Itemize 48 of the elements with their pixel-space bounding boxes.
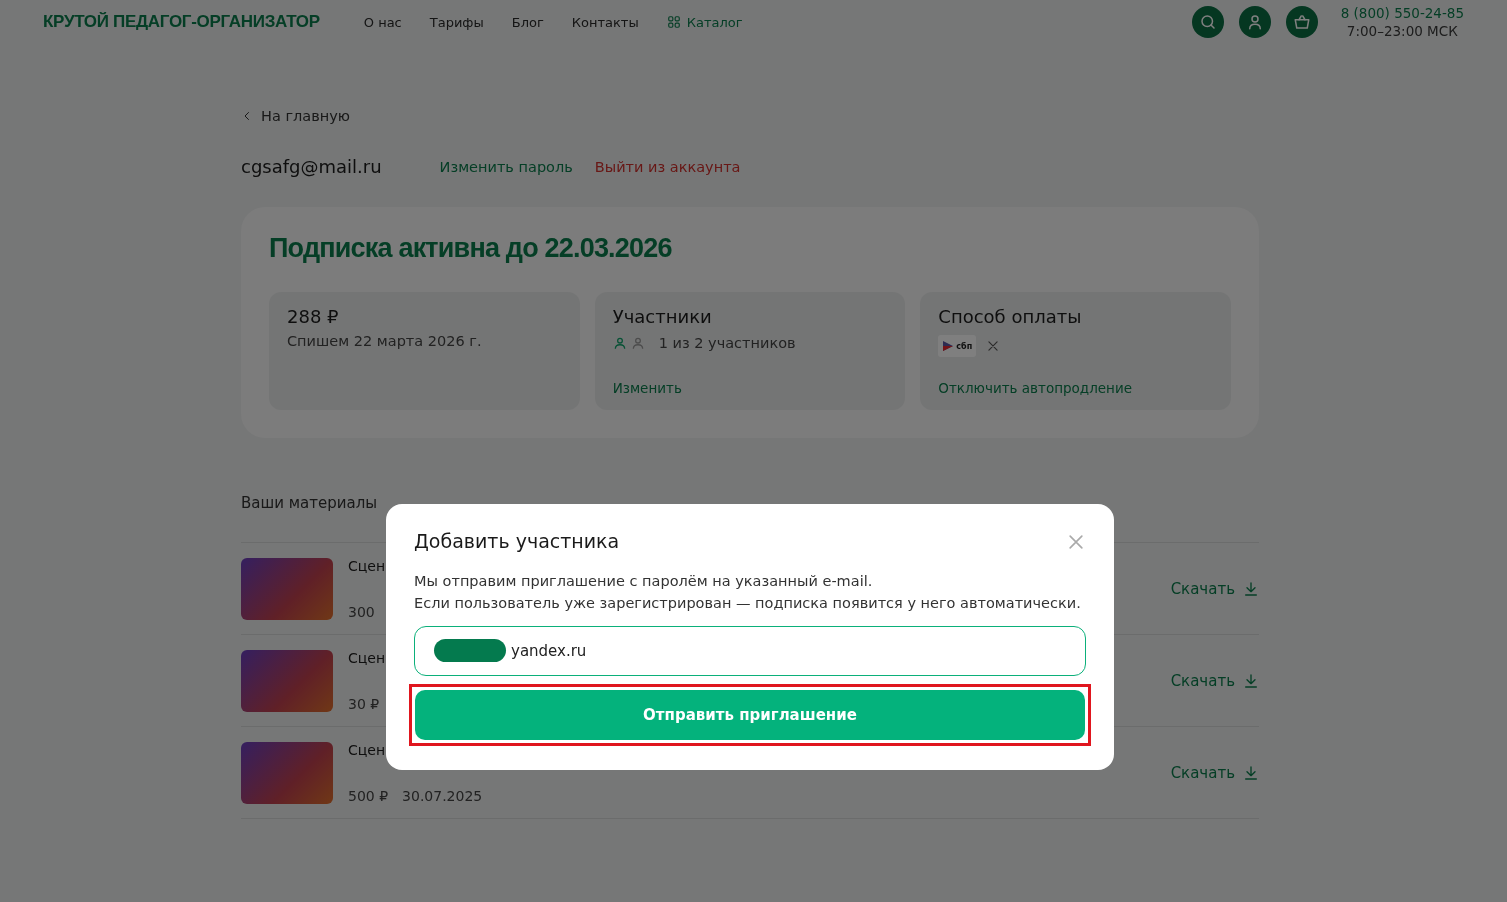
download-icon	[1243, 580, 1259, 597]
payment-title: Способ оплаты	[938, 306, 1083, 327]
change-participants-link[interactable]: Изменить	[612, 380, 888, 396]
price-text: 288 ₽	[287, 306, 340, 327]
material-price: 300	[348, 603, 375, 620]
participants-count: 1 из 2 участников	[658, 335, 796, 351]
send-invite-button[interactable]: Отправить приглашение	[415, 690, 1085, 740]
material-date: 30.07.2025	[402, 787, 483, 804]
participants-title: Участники	[612, 306, 713, 327]
charge-note: Спишем 22 марта 2026 г.	[287, 333, 483, 349]
payment-logo-text: сбп	[956, 341, 973, 351]
triangle-logo-icon	[942, 340, 955, 352]
working-hours: 7:00–23:00 МСК	[1346, 22, 1458, 40]
basket-button[interactable]	[1285, 6, 1318, 38]
nav-link[interactable]: О нас	[363, 14, 402, 30]
material-price: 30 ₽	[348, 695, 380, 712]
close-icon	[1066, 532, 1086, 552]
grid-icon	[666, 15, 681, 29]
remove-payment-button[interactable]	[986, 339, 1001, 353]
disable-autorenew-link[interactable]: Отключить автопродление	[938, 380, 1213, 396]
change-password-link[interactable]: Изменить пароль	[439, 158, 573, 175]
logout-link[interactable]: Выйти из аккаунта	[594, 158, 741, 175]
catalog-link[interactable]: Каталог	[666, 14, 743, 30]
material-price: 500 ₽	[348, 787, 389, 804]
search-button[interactable]	[1191, 6, 1224, 38]
email-input[interactable]: yandex.ru	[414, 626, 1086, 676]
download-link[interactable]: Скачать	[1170, 763, 1259, 782]
basket-icon	[1292, 13, 1311, 31]
nav-link[interactable]: Контакты	[571, 14, 639, 30]
account-email: cgsafg@mail.ru	[241, 156, 382, 177]
download-icon	[1243, 672, 1259, 689]
site-logo[interactable]: КРУТОЙ ПЕДАГОГ-ОРГАНИЗАТОР	[43, 12, 320, 32]
download-link[interactable]: Скачать	[1170, 671, 1259, 690]
nav-link[interactable]: Блог	[511, 14, 544, 30]
close-button[interactable]	[1066, 532, 1086, 552]
download-icon	[1243, 764, 1259, 781]
subscription-title: Подписка активна до 22.03.2026	[269, 233, 673, 264]
search-icon	[1198, 13, 1217, 31]
profile-button[interactable]	[1238, 6, 1271, 38]
material-title: Сцен	[348, 741, 387, 758]
dialog-description: Мы отправим приглашение с паролём на указанный e-mail. Если пользователь уже зарегистрирован — подписка появится у него автоматически.	[414, 572, 1082, 613]
close-icon	[986, 339, 1001, 353]
material-title: Сцен	[348, 649, 386, 666]
download-link[interactable]: Скачать	[1170, 579, 1259, 598]
material-title: Сцен	[348, 557, 386, 574]
nav-link[interactable]: Тарифы	[429, 14, 484, 30]
phone-link[interactable]: 8 (800) 550-24-85	[1340, 4, 1464, 22]
back-link[interactable]: На главную	[241, 108, 350, 124]
